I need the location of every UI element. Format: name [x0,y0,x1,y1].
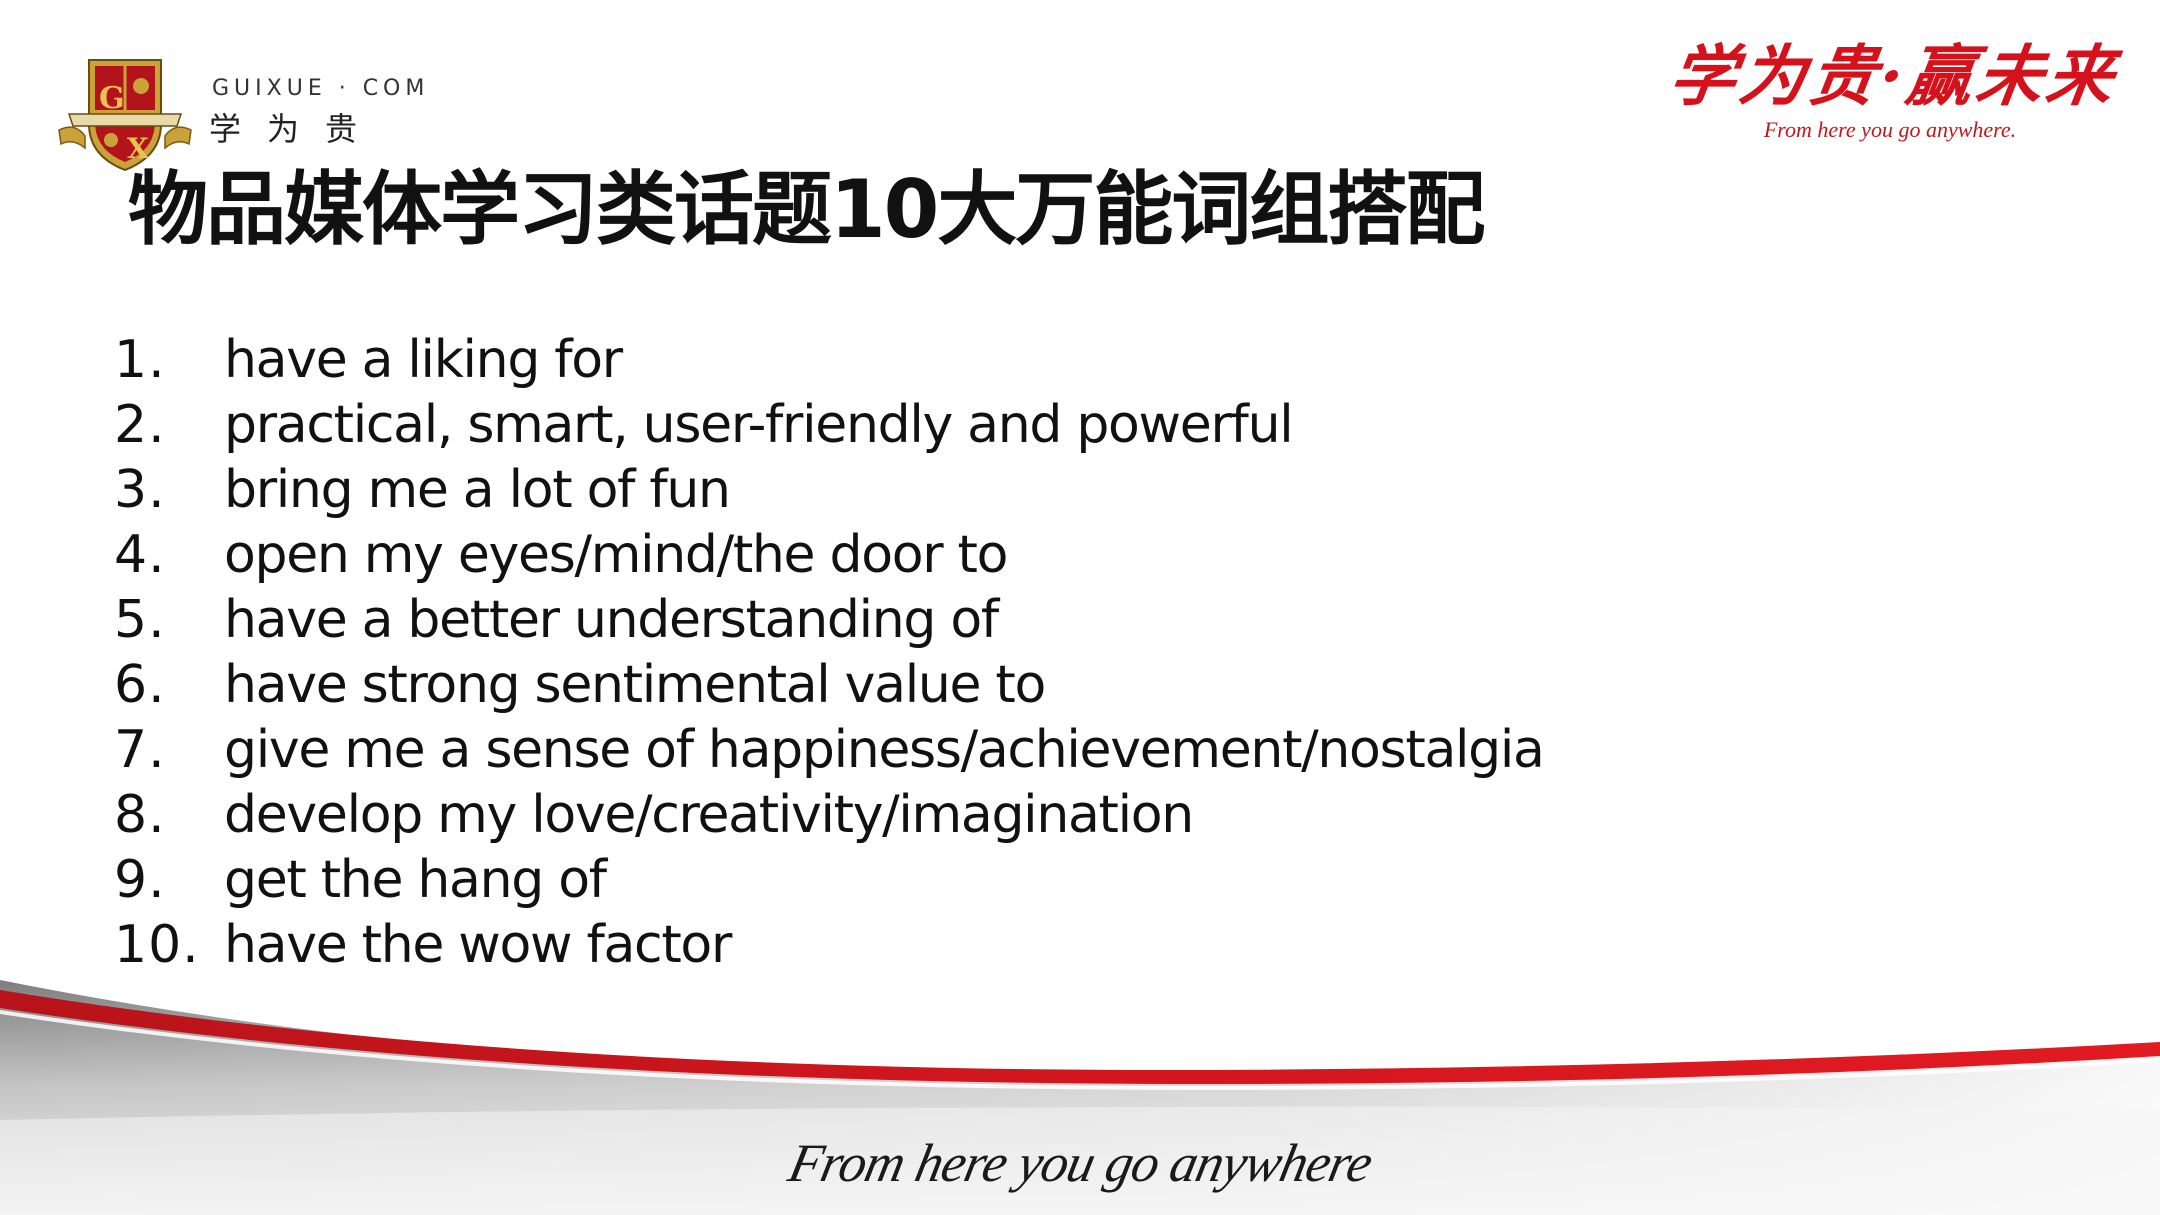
footer-tagline: From here you go anywhere [783,1133,1377,1193]
crest-letters: G X [99,81,149,165]
list-text: bring me a lot of fun [224,460,731,520]
list-item: 4. open my eyes/mind/the door to [114,523,1544,588]
list-text: have a better understanding of [224,590,999,650]
list-item: 5. have a better understanding of [114,588,1544,653]
list-number: 1. [114,330,166,390]
list-text: have strong sentimental value to [224,655,1046,715]
list-number: 3. [114,460,166,520]
svg-text:X: X [127,132,149,165]
brand-logo: G X GUIXUE · COM 学为贵 [55,52,424,172]
slogan-en: From here you go anywhere. [1763,116,2017,142]
list-number: 4. [114,525,166,585]
list-number: 7. [114,720,166,780]
list-number: 9. [114,850,166,910]
logo-domain-text: GUIXUE · COM [212,76,430,101]
list-item: 6. have strong sentimental value to [114,653,1544,718]
list-item: 9. get the hang of [114,848,1544,913]
list-number: 8. [114,785,166,845]
phrase-list: 1. have a liking for 2. practical, smart, … [114,328,1545,978]
list-number: 5. [114,590,166,650]
slide-title: 物品媒体学习类话题10大万能词组搭配 [128,163,1485,256]
svg-text:G: G [99,81,125,116]
list-number: 2. [114,395,166,455]
list-number: 6. [114,655,166,715]
slide: G X GUIXUE · COM 学为贵 学为贵·赢未来 From here y… [0,0,2160,1215]
logo-brand-cn: 学为贵 [209,110,384,148]
list-text: develop my love/creativity/imagination [224,785,1194,845]
list-item: 7. give me a sense of happiness/achieveme… [114,718,1545,783]
list-text: have a liking for [224,330,623,390]
list-item: 1. have a liking for [114,328,1544,393]
list-text: practical, smart, user-friendly and powe… [224,395,1294,455]
list-item: 8. develop my love/creativity/imagination [114,783,1544,848]
list-item: 2. practical, smart, user-friendly and po… [114,393,1544,458]
list-item: 3. bring me a lot of fun [114,458,1544,523]
list-text: give me a sense of happiness/achievement… [224,720,1545,780]
list-text: get the hang of [224,850,607,910]
slogan-cn: 学为贵·赢未来 [1664,37,2123,115]
list-text: open my eyes/mind/the door to [224,525,1008,585]
slogan: 学为贵·赢未来 From here you go anywhere. [1665,37,2123,180]
